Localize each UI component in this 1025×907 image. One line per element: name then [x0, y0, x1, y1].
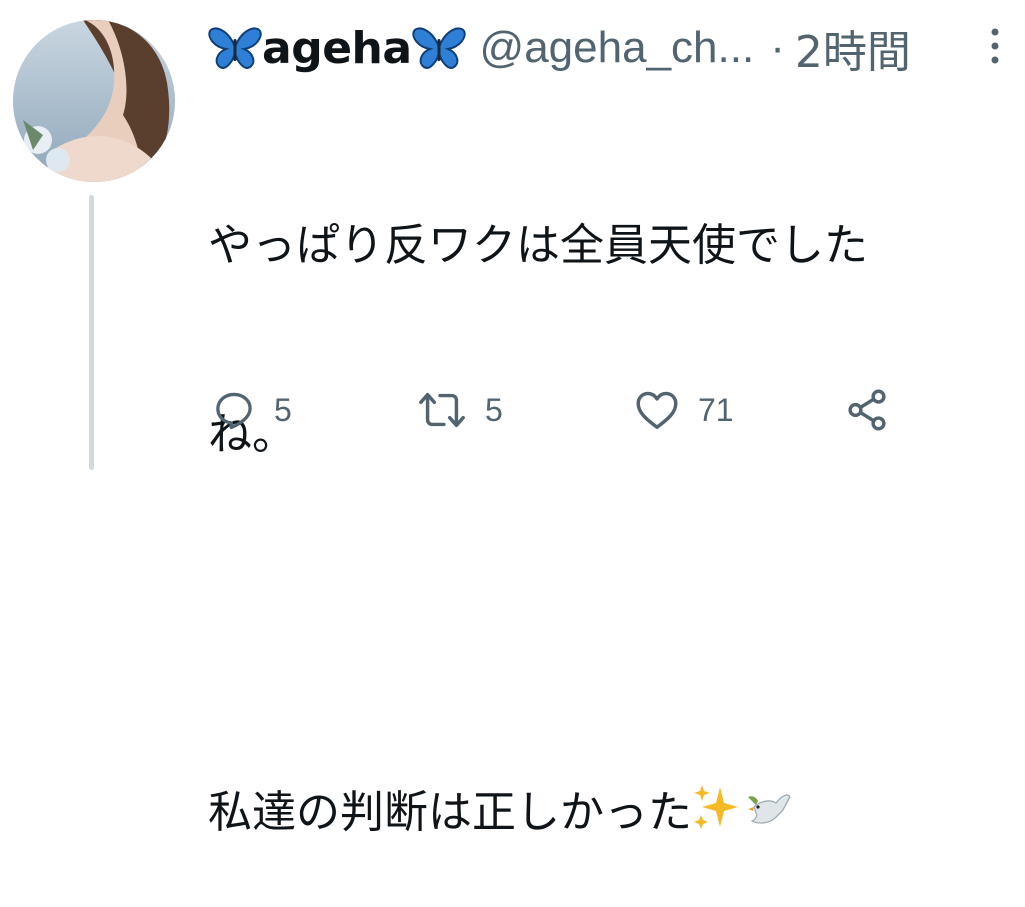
sparkles-icon: [694, 785, 738, 829]
reply-count: 5: [274, 391, 292, 428]
share-icon: [848, 389, 886, 431]
reply-icon: [216, 392, 252, 430]
butterfly-icon: [411, 27, 466, 69]
like-count: 71: [698, 391, 734, 428]
more-options-icon[interactable]: [987, 26, 1003, 66]
tweet-actions: 5 5 71: [212, 380, 912, 440]
thread-line: [89, 195, 94, 470]
timestamp[interactable]: 2時間: [795, 16, 911, 80]
retweet-button[interactable]: 5: [417, 380, 503, 440]
butterfly-icon: [208, 27, 262, 69]
tweet-text-line3: 私達の判断は正しかった: [208, 787, 692, 838]
retweet-count: 5: [485, 391, 503, 428]
tweet-text: やっぱり反ワクは全員天使でした ね。 私達の判断は正しかった: [208, 88, 978, 907]
tweet-text-line: やっぱり反ワクは全員天使でした: [208, 220, 868, 271]
share-button[interactable]: [844, 380, 890, 440]
dove-icon: [748, 794, 791, 824]
reply-button[interactable]: 5: [212, 380, 292, 440]
like-button[interactable]: 71: [634, 380, 734, 440]
retweet-icon: [419, 392, 465, 428]
avatar[interactable]: [13, 20, 175, 182]
display-name[interactable]: ageha: [208, 23, 466, 74]
avatar-image: [13, 20, 175, 182]
user-handle[interactable]: @ageha_ch...: [480, 23, 755, 73]
separator-dot: ·: [770, 23, 785, 72]
tweet-text-line: 私達の判断は正しかった: [208, 781, 978, 844]
display-name-text: ageha: [262, 22, 412, 74]
heart-icon: [636, 391, 678, 429]
tweet-header: ageha @ageha_ch... · 2時間: [208, 18, 911, 78]
